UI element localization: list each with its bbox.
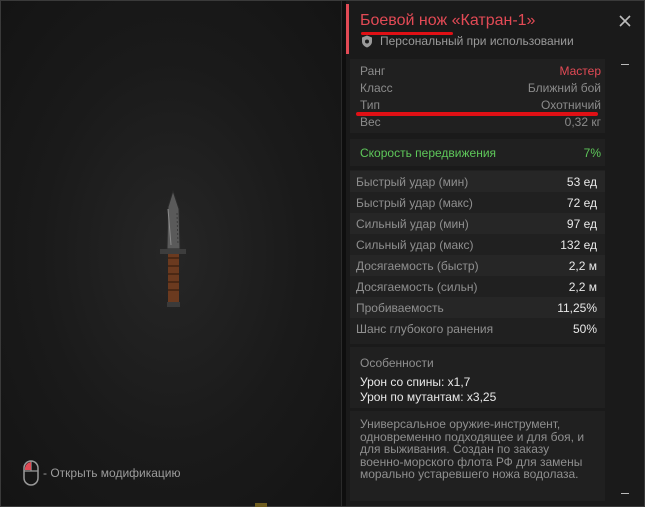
knife-image — [160, 189, 186, 307]
close-icon[interactable] — [617, 13, 633, 29]
prop-row-class: Класс Ближний бой — [360, 81, 601, 97]
prop-label: Ранг — [360, 64, 386, 78]
item-description: Универсальное оружие-инструмент, одновре… — [360, 417, 585, 481]
stat-value: 53 ед — [566, 175, 597, 189]
features-heading: Особенности — [360, 356, 434, 370]
speed-label: Скорость передвижения — [360, 146, 497, 160]
annotation-underline — [356, 112, 598, 116]
prop-value: Охотничий — [541, 98, 601, 112]
scroll-top-mark[interactable] — [621, 64, 629, 65]
stat-value: 2,2 м — [568, 259, 597, 273]
modification-hint[interactable]: - Открыть модификацию — [23, 460, 181, 486]
speed-row: Скорость передвижения 7% — [360, 146, 601, 162]
bottom-accent — [255, 503, 267, 507]
speed-box: Скорость передвижения 7% — [350, 139, 605, 166]
prop-value: 0,32 кг — [564, 115, 601, 129]
prop-value: Ближний бой — [527, 81, 601, 95]
stat-label: Быстрый удар (макс) — [356, 196, 473, 210]
hint-text: - Открыть модификацию — [43, 466, 181, 480]
binding-text: Персональный при использовании — [380, 34, 574, 48]
shield-icon — [362, 35, 372, 47]
feature-item: Урон со спины: x1,7 — [360, 375, 471, 389]
stat-label: Сильный удар (макс) — [356, 238, 474, 252]
prop-value: Мастер — [559, 64, 601, 78]
item-header: Боевой нож «Катран-1» Персональный при и… — [346, 4, 644, 54]
feature-item: Урон по мутантам: x3,25 — [360, 390, 497, 404]
stat-label: Досягаемость (быстр) — [356, 259, 479, 273]
features-box: Особенности Урон со спины: x1,7 Урон по … — [350, 347, 605, 408]
prop-label: Класс — [360, 81, 393, 95]
stat-value: 2,2 м — [568, 280, 597, 294]
stat-value: 72 ед — [566, 196, 597, 210]
stat-value: 11,25% — [557, 301, 597, 315]
stat-label: Сильный удар (мин) — [356, 217, 469, 231]
stat-value: 50% — [572, 322, 597, 336]
stat-label: Быстрый удар (мин) — [356, 175, 469, 189]
stat-label: Шанс глубокого ранения — [356, 322, 494, 336]
scroll-bottom-mark[interactable] — [621, 493, 629, 494]
stat-label: Досягаемость (сильн) — [356, 280, 478, 294]
prop-label: Вес — [360, 115, 381, 129]
prop-label: Тип — [360, 98, 381, 112]
mouse-icon — [23, 460, 39, 486]
stat-value: 132 ед — [560, 238, 597, 252]
stat-value: 97 ед — [566, 217, 597, 231]
stat-label: Пробиваемость — [356, 301, 444, 315]
prop-row-weight: Вес 0,32 кг — [360, 115, 601, 131]
properties-box: Ранг Мастер Класс Ближний бой Тип Охотни… — [350, 59, 605, 133]
item-preview[interactable]: - Открыть модификацию — [1, 1, 341, 507]
description-box: Универсальное оружие-инструмент, одновре… — [350, 411, 605, 501]
binding-status: Персональный при использовании — [361, 34, 574, 48]
prop-row-rank: Ранг Мастер — [360, 64, 601, 80]
item-title: Боевой нож «Катран-1» — [360, 12, 536, 29]
details-panel: Боевой нож «Катран-1» Персональный при и… — [346, 1, 644, 506]
speed-value: 7% — [583, 146, 601, 160]
